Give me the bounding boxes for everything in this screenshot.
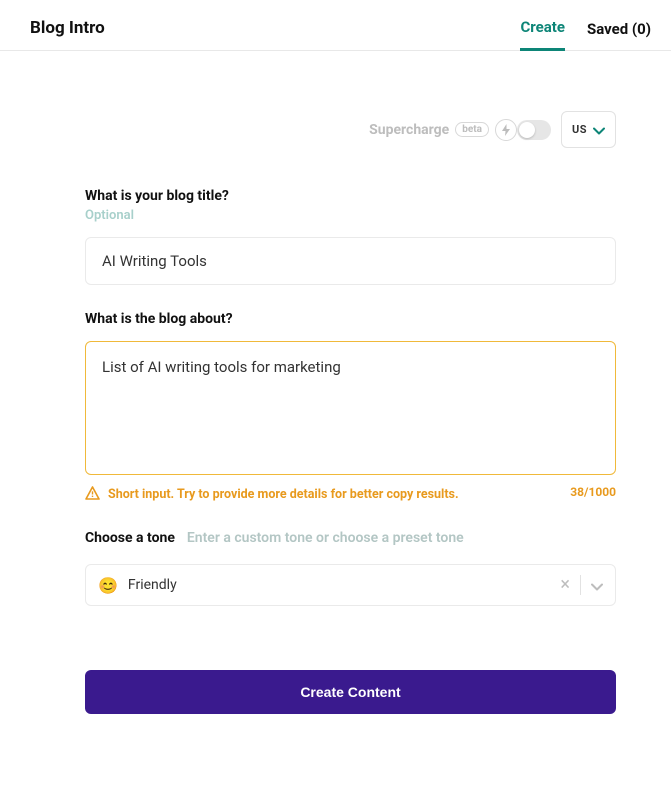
- about-field-group: What is the blog about? Short input. Try…: [85, 311, 616, 504]
- create-content-button[interactable]: Create Content: [85, 670, 616, 714]
- chevron-down-icon: [593, 120, 605, 139]
- close-icon[interactable]: ×: [560, 576, 570, 594]
- blog-title-input[interactable]: [85, 237, 616, 285]
- about-textarea-wrap[interactable]: [85, 341, 616, 475]
- char-count: 38/1000: [570, 485, 616, 499]
- top-toolbar: Supercharge beta US: [85, 111, 616, 148]
- region-select[interactable]: US: [561, 111, 616, 148]
- supercharge-toggle-group: Supercharge beta: [369, 119, 551, 141]
- tone-select[interactable]: 😊 Friendly ×: [85, 564, 616, 606]
- page-title: Blog Intro: [30, 18, 105, 38]
- blog-about-textarea[interactable]: [102, 358, 599, 454]
- tone-header: Choose a tone Enter a custom tone or cho…: [85, 530, 616, 550]
- title-sublabel: Optional: [85, 208, 616, 223]
- tone-value: Friendly: [128, 577, 177, 593]
- supercharge-label: Supercharge: [369, 122, 449, 138]
- tone-label: Choose a tone: [85, 530, 175, 546]
- tone-field-group: Choose a tone Enter a custom tone or cho…: [85, 530, 616, 606]
- tabs: Create Saved (0): [520, 18, 651, 38]
- title-field-group: What is your blog title? Optional: [85, 188, 616, 285]
- chevron-down-icon[interactable]: [591, 576, 603, 595]
- title-label: What is your blog title?: [85, 188, 616, 204]
- header: Blog Intro Create Saved (0): [0, 0, 671, 51]
- about-warning-row: Short input. Try to provide more details…: [85, 485, 616, 504]
- warning-left: Short input. Try to provide more details…: [85, 485, 459, 504]
- toggle-knob: [519, 122, 535, 138]
- tone-emoji-icon: 😊: [98, 576, 118, 595]
- warning-text: Short input. Try to provide more details…: [108, 487, 459, 502]
- divider: [580, 575, 581, 595]
- warning-icon: [85, 485, 100, 504]
- supercharge-toggle[interactable]: [517, 120, 551, 140]
- bolt-icon: [495, 119, 517, 141]
- tab-create[interactable]: Create: [520, 18, 564, 51]
- tone-controls: ×: [560, 575, 603, 595]
- tab-saved[interactable]: Saved (0): [587, 20, 651, 50]
- tone-value-wrap: 😊 Friendly: [98, 576, 560, 595]
- form-content: Supercharge beta US What is your blog ti…: [0, 51, 671, 714]
- tone-placeholder: Enter a custom tone or choose a preset t…: [187, 530, 464, 546]
- beta-badge: beta: [455, 122, 489, 137]
- region-code: US: [572, 123, 587, 136]
- about-label: What is the blog about?: [85, 311, 616, 327]
